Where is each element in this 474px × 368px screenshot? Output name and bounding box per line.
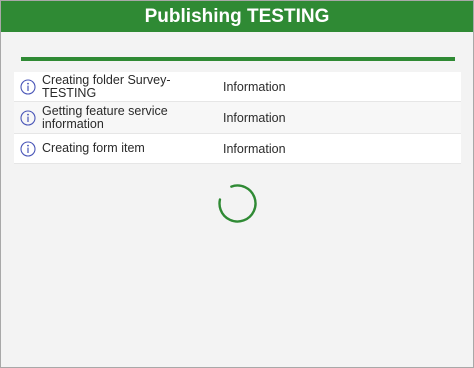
log-row: Creating form item Information [14,134,461,164]
log-level: Information [223,110,286,125]
info-icon [14,140,42,157]
log-row: Getting feature service information Info… [14,102,461,134]
publishing-dialog: Publishing TESTING Creating folder Surve… [0,0,474,368]
log-message: Creating folder Survey-TESTING [42,72,171,100]
info-icon [14,78,42,95]
log-level: Information [223,141,286,156]
log-message: Getting feature service information [42,103,168,131]
info-icon [14,109,42,126]
log-row: Creating folder Survey-TESTING Informati… [14,72,461,102]
progress-bar [21,57,455,61]
log-level: Information [223,79,286,94]
loading-spinner-icon [217,183,258,224]
log-message: Creating form item [42,141,145,155]
log-list: Creating folder Survey-TESTING Informati… [14,72,461,164]
dialog-title: Publishing TESTING [1,1,473,32]
progress-bar-fill [21,57,455,61]
